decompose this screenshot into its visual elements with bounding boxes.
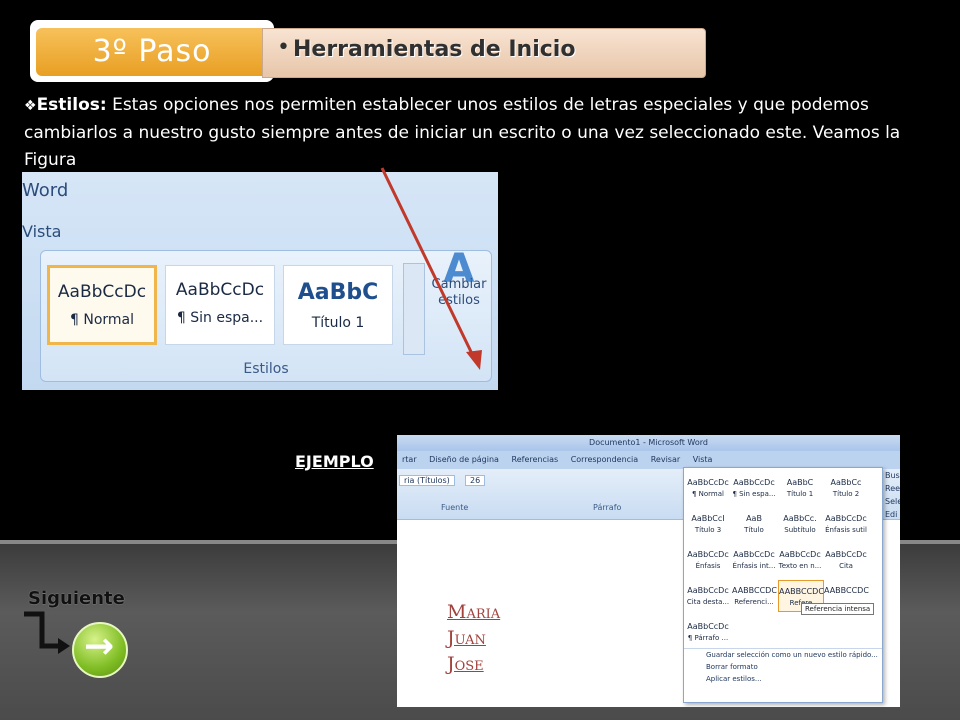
window-title: Documento1 - Microsoft Word	[397, 435, 900, 451]
styles-menu: Guardar selección como un nuevo estilo r…	[684, 648, 882, 685]
replace-label: Reem	[885, 484, 900, 493]
tab: Correspondencia	[570, 455, 639, 464]
tab: Diseño de página	[429, 455, 499, 464]
style-sample: AABBCCDC	[824, 586, 869, 595]
style-name: Cita	[839, 562, 853, 570]
name-line: Jose	[447, 653, 484, 675]
style-sample: AaBbCcI	[691, 514, 725, 523]
style-sample: AaBbCcDc	[825, 550, 867, 559]
gallery-style[interactable]: AaBbCc. Subtítulo	[778, 508, 822, 538]
editing-group-label: Edi	[885, 510, 898, 519]
name-line: Maria	[447, 601, 501, 623]
style-name: ¶ Normal	[691, 490, 724, 498]
gallery-style[interactable]: AaBbC Título 1	[778, 472, 822, 502]
style-name: Título	[744, 526, 764, 534]
tab: Referencias	[511, 455, 559, 464]
find-label: Busc	[885, 471, 900, 480]
style-name: ¶ Párrafo ...	[687, 634, 729, 642]
style-name: Título 3	[694, 526, 722, 534]
gallery-style[interactable]: AaBbCcDc Texto en n...	[778, 544, 822, 574]
next-label: Siguiente	[28, 588, 125, 609]
style-name: Título 2	[832, 490, 860, 498]
style-sample: AABBCCDC	[732, 586, 777, 595]
style-sample: AaBbCc.	[783, 514, 817, 523]
name-line: Juan	[447, 627, 486, 649]
select-label: Sele	[885, 497, 900, 506]
style-sample: AaBbCcDc	[687, 478, 729, 487]
style-name: Subtítulo	[784, 526, 816, 534]
gallery-style[interactable]: AaBbCcDc Énfasis sutil	[824, 508, 868, 538]
style-sample: AaBbCcDc	[825, 514, 867, 523]
style-name: Título 1	[786, 490, 814, 498]
style-sample: AABBCCDC	[779, 587, 824, 596]
gallery-style[interactable]: AaB Título	[732, 508, 776, 538]
gallery-style[interactable]: AaBbCcDc Cita	[824, 544, 868, 574]
gallery-style[interactable]: AaBbCcI Título 3	[686, 508, 730, 538]
word-example-screenshot: Documento1 - Microsoft Word rtar Diseño …	[397, 435, 900, 707]
paragraph-group-label: Párrafo	[593, 503, 622, 512]
style-name: Énfasis int...	[732, 562, 776, 570]
style-sample: AaB	[746, 514, 762, 523]
style-sample: AaBbCcDc	[687, 586, 729, 595]
editing-panel: Busc Reem Sele Edi	[885, 469, 900, 521]
styles-dropdown: AaBbCcDc ¶ Normal AaBbCcDc ¶ Sin espa... A…	[683, 467, 883, 703]
gallery-style[interactable]: AaBbCcDc ¶ Normal	[686, 472, 730, 502]
style-name: Énfasis	[695, 562, 721, 570]
curved-arrow-icon	[24, 611, 70, 654]
arrow-line	[380, 167, 478, 363]
style-sample: AaBbCcDc	[687, 622, 729, 631]
style-sample: AaBbC	[786, 478, 814, 487]
gallery-style[interactable]: AaBbCcDc Énfasis int...	[732, 544, 776, 574]
gallery-style[interactable]: AaBbCcDc Cita desta...	[686, 580, 730, 610]
style-name: ¶ Sin espa...	[732, 490, 776, 498]
font-size-field: 26	[465, 475, 486, 486]
font-group-label: Fuente	[441, 503, 469, 512]
style-name: Énfasis sutil	[825, 526, 867, 534]
example-label: EJEMPLO	[295, 452, 374, 471]
style-sample: AaBbCcDc	[687, 550, 729, 559]
arrow-head	[466, 350, 482, 370]
font-name-field: ria (Títulos)	[399, 475, 455, 486]
style-sample: AaBbCcDc	[779, 550, 821, 559]
style-name: Texto en n...	[778, 562, 822, 570]
right-arrow-icon: →	[84, 626, 115, 667]
gallery-style[interactable]: AaBbCc Título 2	[824, 472, 868, 502]
style-sample: AaBbCcDc	[733, 478, 775, 487]
clear-format-item[interactable]: Borrar formato	[684, 661, 882, 673]
style-sample: AaBbCc	[830, 478, 862, 487]
tab: rtar	[402, 455, 417, 464]
document-names: Maria Juan Jose	[447, 599, 500, 677]
next-button[interactable]: →	[72, 622, 128, 678]
gallery-style[interactable]: AaBbCcDc ¶ Sin espa...	[732, 472, 776, 502]
gallery-style[interactable]: AaBbCcDc ¶ Párrafo ...	[686, 616, 730, 646]
style-name: Cita desta...	[686, 598, 730, 606]
style-tooltip: Referencia intensa	[801, 603, 875, 615]
style-sample: AaBbCcDc	[733, 550, 775, 559]
tab: Revisar	[650, 455, 681, 464]
gallery-style[interactable]: AaBbCcDc Énfasis	[686, 544, 730, 574]
apply-styles-item[interactable]: Aplicar estilos...	[684, 673, 882, 685]
style-name: Referenci...	[734, 598, 774, 606]
save-style-item[interactable]: Guardar selección como un nuevo estilo r…	[684, 649, 882, 661]
gallery-style[interactable]: AABBCCDC Referenci...	[732, 580, 777, 610]
